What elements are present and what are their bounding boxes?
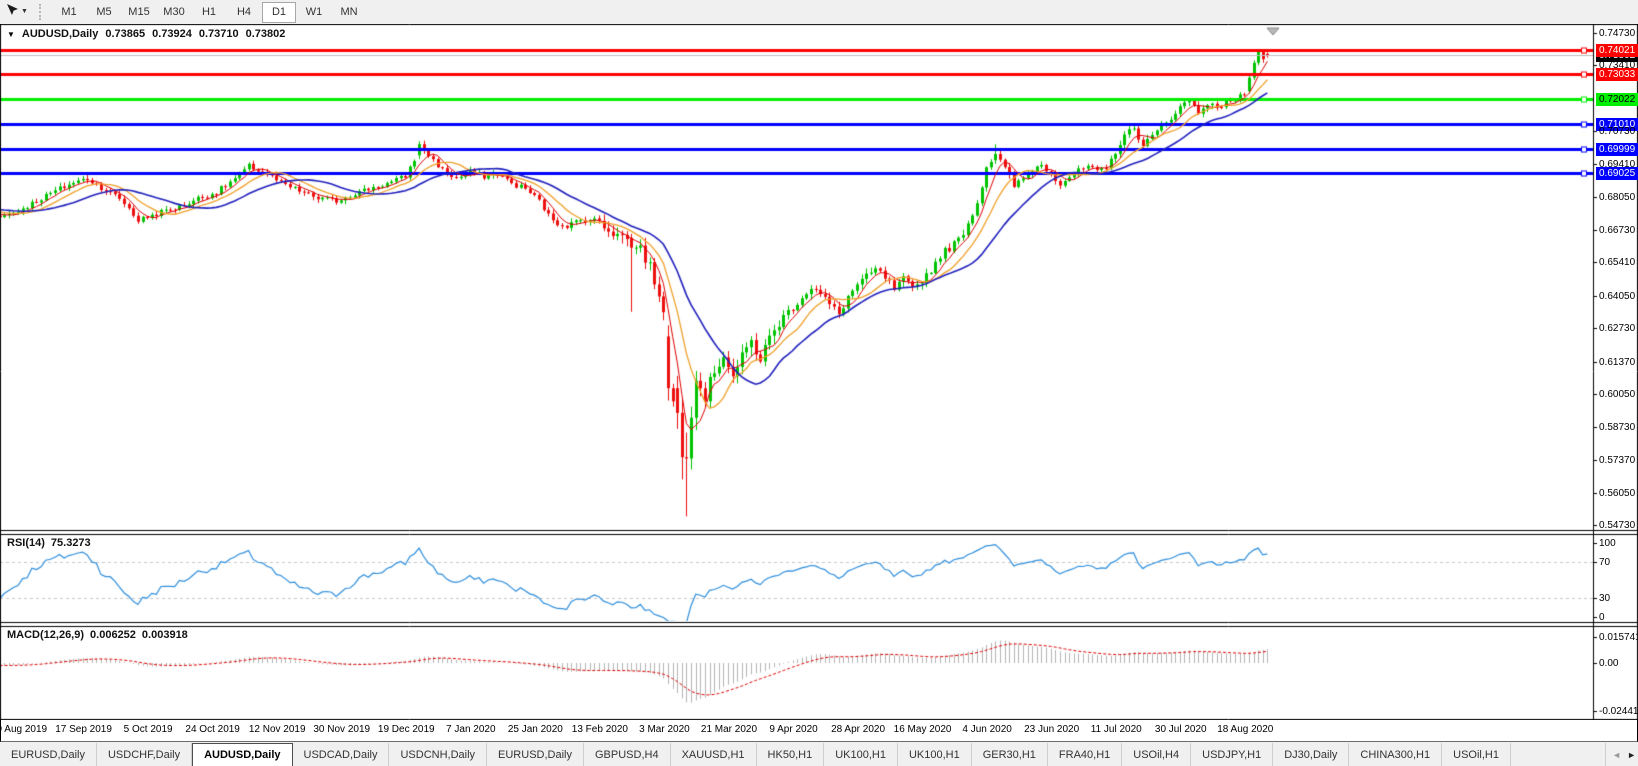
price-axis-tick-label: 0.54730 <box>1599 520 1638 532</box>
timeframe-buttons: M1M5M15M30H1H4D1W1MN <box>52 2 367 21</box>
price-axis-tick-label: 0.58730 <box>1599 422 1638 434</box>
chart-tab-xauusd-h1[interactable]: XAUUSD,H1 <box>671 743 757 766</box>
time-axis[interactable]: 29 Aug 201917 Sep 20195 Oct 201924 Oct 2… <box>0 720 1638 742</box>
time-axis-label: 30 Jul 2020 <box>1146 724 1216 735</box>
time-axis-label: 28 Apr 2020 <box>823 724 893 735</box>
chart-tab-fra40-h1[interactable]: FRA40,H1 <box>1048 743 1122 766</box>
rsi-axis-label: 100 <box>1599 538 1638 550</box>
price-axis-tick-label: 0.56050 <box>1599 488 1638 500</box>
timeframe-button-m30[interactable]: M30 <box>157 2 191 23</box>
chart-tab-gbpusd-h4[interactable]: GBPUSD,H4 <box>584 743 671 766</box>
chart-symbol-period: AUDUSD,Daily <box>22 28 98 40</box>
price-axis-tick-label: 0.69410 <box>1599 159 1638 171</box>
price-axis-tick-label: 0.57370 <box>1599 455 1638 467</box>
tab-scroll-buttons: ◄► <box>1605 743 1636 766</box>
chart-tab-audusd-daily[interactable]: AUDUSD,Daily <box>192 743 292 766</box>
tab-scroll-right-icon[interactable]: ► <box>1627 750 1636 760</box>
cursor-tool-button[interactable]: ▼ <box>3 2 31 21</box>
price-axis-tick-label: 0.60050 <box>1599 389 1638 401</box>
chart-title: ▼ AUDUSD,Daily 0.73865 0.73924 0.73710 0… <box>7 28 285 40</box>
time-axis-label: 13 Feb 2020 <box>565 724 635 735</box>
rsi-axis-label: 0 <box>1599 612 1638 624</box>
price-axis-tick-label: 0.68050 <box>1599 192 1638 204</box>
price-axis-tick-label: 0.74730 <box>1599 28 1638 40</box>
timeframe-button-d1[interactable]: D1 <box>262 2 296 23</box>
macd-label: MACD(12,26,9) 0.006252 0.003918 <box>7 629 188 641</box>
price-axis-tick-label: 0.73410 <box>1599 60 1638 72</box>
price-axis-tick-label: 0.70730 <box>1599 126 1638 138</box>
rsi-axis-label: 70 <box>1599 557 1638 569</box>
time-axis-label: 7 Jan 2020 <box>436 724 506 735</box>
price-axis-tick-label: 0.64050 <box>1599 291 1638 303</box>
timeframe-button-w1[interactable]: W1 <box>297 2 331 23</box>
time-axis-label: 25 Jan 2020 <box>500 724 570 735</box>
rsi-value: 75.3273 <box>51 537 91 549</box>
time-axis-label: 19 Dec 2019 <box>371 724 441 735</box>
macd-axis-label: 0.015741 <box>1599 632 1638 644</box>
timeframe-button-mn[interactable]: MN <box>332 2 366 23</box>
time-axis-label: 4 Jun 2020 <box>952 724 1022 735</box>
timeframe-button-m5[interactable]: M5 <box>87 2 121 23</box>
rsi-axis-label: 30 <box>1599 593 1638 605</box>
chart-tab-eurusd-daily[interactable]: EURUSD,Daily <box>0 743 97 766</box>
time-axis-label: 18 Aug 2020 <box>1210 724 1280 735</box>
time-axis-label: 30 Nov 2019 <box>307 724 377 735</box>
candlestick-chart-canvas[interactable] <box>0 24 1638 720</box>
price-axis-tick-label: 0.66730 <box>1599 225 1638 237</box>
toolbar-grip[interactable] <box>39 4 44 20</box>
price-axis-tick-label: 0.61370 <box>1599 357 1638 369</box>
timeframe-button-h1[interactable]: H1 <box>192 2 226 23</box>
rsi-label: RSI(14) 75.3273 <box>7 537 91 549</box>
chart-tab-usdchf-daily[interactable]: USDCHF,Daily <box>97 743 192 766</box>
chart-tab-ger30-h1[interactable]: GER30,H1 <box>972 743 1048 766</box>
rsi-name: RSI(14) <box>7 537 45 549</box>
time-axis-label: 21 Mar 2020 <box>694 724 764 735</box>
hline-price-label: 0.69999 <box>1596 143 1638 156</box>
chart-tab-usdjpy-h1[interactable]: USDJPY,H1 <box>1191 743 1273 766</box>
chart-tab-usdcnh-daily[interactable]: USDCNH,Daily <box>389 743 487 766</box>
macd-axis-label: 0.00 <box>1599 658 1638 670</box>
timeframe-button-h4[interactable]: H4 <box>227 2 261 23</box>
chart-tab-dj30-daily[interactable]: DJ30,Daily <box>1273 743 1349 766</box>
dropdown-caret-icon[interactable]: ▼ <box>21 8 28 15</box>
chart-tab-uk100-h1[interactable]: UK100,H1 <box>898 743 972 766</box>
hline-price-label: 0.74021 <box>1596 44 1638 57</box>
time-axis-label: 3 Mar 2020 <box>629 724 699 735</box>
chart-tab-usoil-h4[interactable]: USOil,H4 <box>1122 743 1191 766</box>
macd-name: MACD(12,26,9) <box>7 629 84 641</box>
macd-axis-label: -0.024412 <box>1599 706 1638 718</box>
price-axis-tick-label: 0.62730 <box>1599 323 1638 335</box>
time-axis-label: 5 Oct 2019 <box>113 724 183 735</box>
chart-tab-usdcad-daily[interactable]: USDCAD,Daily <box>293 743 390 766</box>
ohlc-close: 0.73802 <box>246 28 286 40</box>
time-axis-label: 9 Apr 2020 <box>759 724 829 735</box>
mt4-terminal: ▼ M1M5M15M30H1H4D1W1MN ▼ AUDUSD,Daily 0.… <box>0 0 1638 766</box>
chart-tab-hk50-h1[interactable]: HK50,H1 <box>757 743 825 766</box>
macd-signal-value: 0.003918 <box>142 629 188 641</box>
timeframe-toolbar: ▼ M1M5M15M30H1H4D1W1MN <box>0 0 1638 23</box>
timeframe-button-m15[interactable]: M15 <box>122 2 156 23</box>
chart-tab-uk100-h1[interactable]: UK100,H1 <box>824 743 898 766</box>
macd-main-value: 0.006252 <box>90 629 136 641</box>
chart-tab-usoil-h1[interactable]: USOil,H1 <box>1442 743 1511 766</box>
tab-scroll-left-icon[interactable]: ◄ <box>1612 750 1621 760</box>
chart-tab-bar: EURUSD,DailyUSDCHF,DailyAUDUSD,DailyUSDC… <box>0 743 1638 766</box>
ohlc-high: 0.73924 <box>152 28 192 40</box>
time-axis-label: 23 Jun 2020 <box>1017 724 1087 735</box>
timeframe-button-m1[interactable]: M1 <box>52 2 86 23</box>
hline-price-label: 0.72022 <box>1596 93 1638 106</box>
time-axis-label: 16 May 2020 <box>888 724 958 735</box>
price-axis-tick-label: 0.65410 <box>1599 257 1638 269</box>
chart-tab-china300-h1[interactable]: CHINA300,H1 <box>1349 743 1442 766</box>
ohlc-low: 0.73710 <box>199 28 239 40</box>
chart-menu-icon[interactable]: ▼ <box>7 30 15 39</box>
time-axis-label: 17 Sep 2019 <box>49 724 119 735</box>
cursor-icon <box>6 3 19 21</box>
time-axis-label: 12 Nov 2019 <box>242 724 312 735</box>
chart-tab-eurusd-daily[interactable]: EURUSD,Daily <box>487 743 584 766</box>
time-axis-label: 11 Jul 2020 <box>1081 724 1151 735</box>
time-axis-label: 24 Oct 2019 <box>178 724 248 735</box>
time-axis-label: 29 Aug 2019 <box>0 724 54 735</box>
ohlc-open: 0.73865 <box>105 28 145 40</box>
